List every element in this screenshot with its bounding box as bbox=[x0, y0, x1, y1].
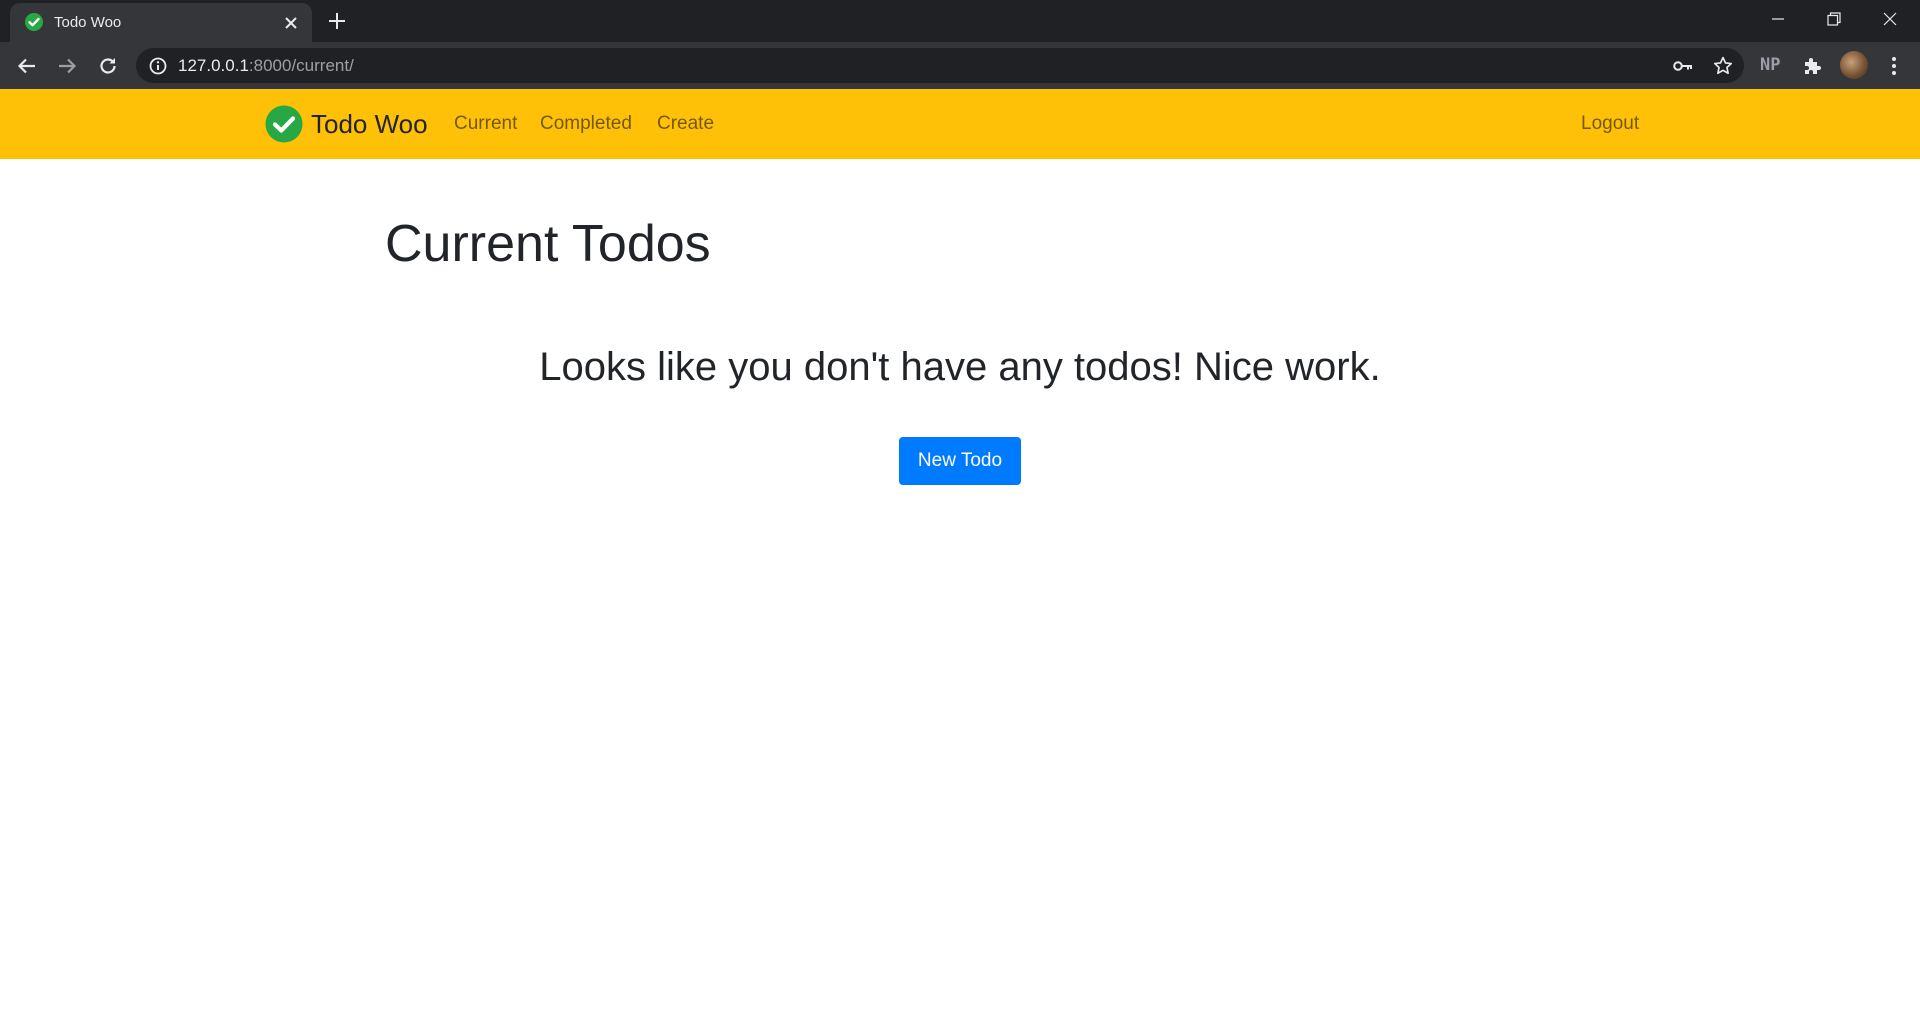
brand-name: Todo Woo bbox=[311, 108, 428, 139]
browser-toolbar: 127.0.0.1:8000/current/ NP bbox=[0, 42, 1920, 89]
new-todo-button[interactable]: New Todo bbox=[899, 437, 1021, 485]
restore-button[interactable] bbox=[1806, 0, 1862, 38]
tab-title: Todo Woo bbox=[54, 14, 122, 31]
close-tab-icon[interactable] bbox=[281, 13, 301, 33]
site-navbar: Todo Woo Current Completed Create Logout bbox=[0, 89, 1920, 159]
nav-link-current[interactable]: Current bbox=[454, 89, 517, 159]
url-text[interactable]: 127.0.0.1:8000/current/ bbox=[178, 48, 354, 83]
nav-link-logout[interactable]: Logout bbox=[1581, 89, 1639, 159]
more-vert-icon[interactable] bbox=[1882, 54, 1906, 78]
info-icon[interactable] bbox=[148, 56, 168, 76]
check-circle-logo-icon bbox=[265, 105, 303, 143]
minimize-icon bbox=[1772, 18, 1784, 20]
page-title: Current Todos bbox=[385, 215, 711, 273]
new-tab-icon[interactable] bbox=[325, 9, 349, 33]
back-button[interactable] bbox=[13, 52, 41, 80]
arrow-right-icon bbox=[59, 58, 77, 74]
browser-tabstrip: Todo Woo bbox=[0, 0, 1920, 42]
address-bar[interactable]: 127.0.0.1:8000/current/ bbox=[136, 48, 1744, 83]
minimize-button[interactable] bbox=[1750, 0, 1806, 38]
nav-link-completed[interactable]: Completed bbox=[540, 89, 632, 159]
extension-np-icon[interactable]: NP bbox=[1760, 55, 1780, 75]
profile-avatar[interactable] bbox=[1840, 51, 1868, 79]
check-circle-icon bbox=[25, 13, 43, 31]
key-icon[interactable] bbox=[1672, 56, 1694, 76]
reload-button[interactable] bbox=[94, 52, 122, 80]
url-host: 127.0.0.1 bbox=[178, 56, 249, 75]
arrow-left-icon bbox=[17, 58, 35, 74]
nav-link-create[interactable]: Create bbox=[657, 89, 714, 159]
browser-tab[interactable]: Todo Woo bbox=[10, 3, 312, 42]
reload-icon bbox=[100, 58, 116, 74]
forward-button[interactable] bbox=[53, 52, 81, 80]
brand-link[interactable]: Todo Woo bbox=[265, 89, 428, 159]
window-close-icon bbox=[1883, 12, 1897, 26]
restore-icon bbox=[1827, 12, 1841, 26]
url-path: :8000/current/ bbox=[248, 56, 354, 75]
star-icon[interactable] bbox=[1712, 55, 1734, 77]
empty-state-message: Looks like you don't have any todos! Nic… bbox=[539, 345, 1381, 389]
window-close-button[interactable] bbox=[1862, 0, 1918, 38]
extensions-puzzle-icon[interactable] bbox=[1801, 54, 1825, 78]
